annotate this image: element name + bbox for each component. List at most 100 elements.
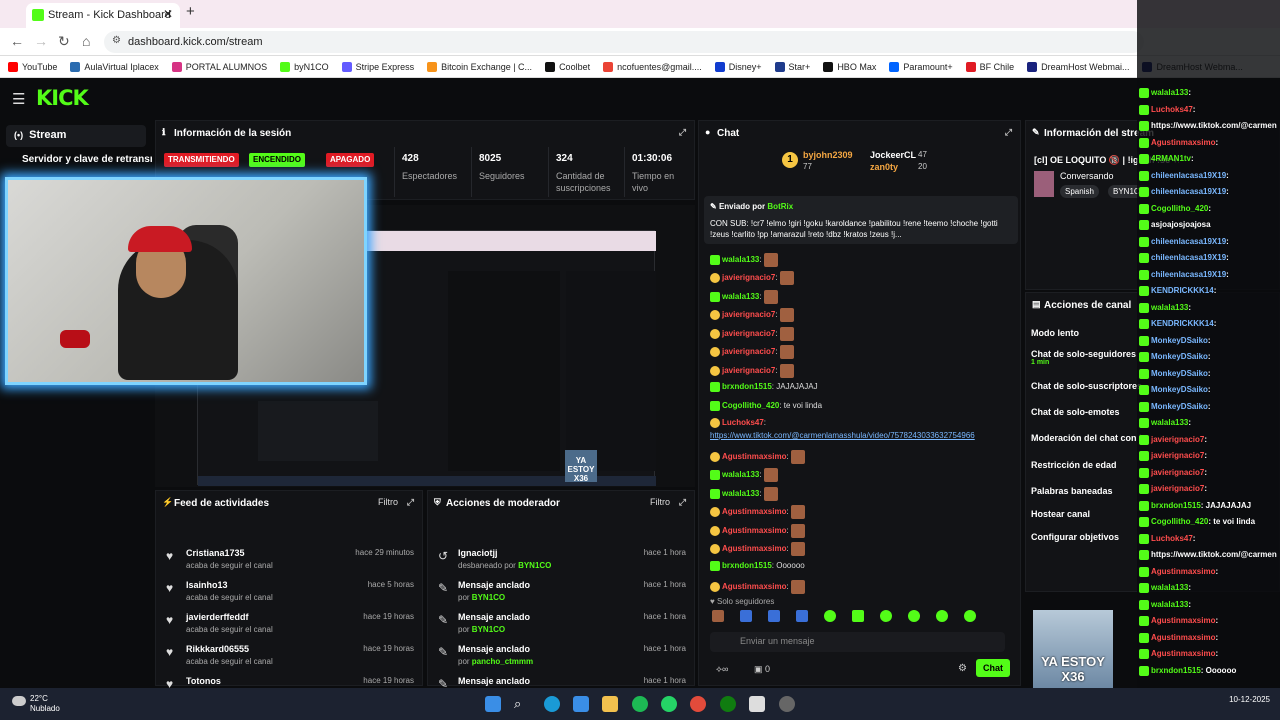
bookmark-item[interactable]: Star+ — [774, 61, 810, 72]
channel-action-item[interactable]: Restricción de edad — [1031, 460, 1143, 470]
channel-action-item[interactable]: Palabras baneadas — [1031, 486, 1143, 496]
chat-username[interactable]: javierignacio7 — [722, 347, 775, 356]
chat-username[interactable]: javierignacio7 — [722, 366, 775, 375]
obs-icon[interactable] — [779, 696, 795, 712]
chrome-icon[interactable] — [690, 696, 706, 712]
app-icon[interactable] — [749, 696, 765, 712]
feed-user[interactable]: Isainho13 — [186, 580, 228, 590]
chat-message[interactable]: https://www.tiktok.com/@carmenlamasshula… — [710, 431, 975, 440]
bookmark-item[interactable]: BF Chile — [965, 61, 1014, 72]
chat-message[interactable]: Agustinmaxsimo: — [710, 580, 805, 594]
chat-username[interactable]: walala133 — [722, 489, 759, 498]
channel-action-item[interactable]: Hostear canal — [1031, 509, 1143, 519]
mod-user[interactable]: pancho_ctmmm — [472, 657, 533, 666]
bookmark-item[interactable]: ncofuentes@gmail.... — [603, 61, 702, 72]
bookmark-item[interactable]: Disney+ — [714, 61, 762, 72]
spotify-icon[interactable] — [632, 696, 648, 712]
bookmark-item[interactable]: YouTube — [8, 61, 57, 72]
forward-icon[interactable]: → — [34, 33, 48, 49]
chat-message[interactable]: javierignacio7: — [710, 364, 794, 378]
chat-username[interactable]: Agustinmaxsimo — [722, 544, 786, 553]
feed-user[interactable]: Cristiana1735 — [186, 548, 245, 558]
whatsapp-icon[interactable] — [661, 696, 677, 712]
chat-message[interactable]: javierignacio7: — [710, 327, 794, 341]
chat-message[interactable]: javierignacio7: — [710, 271, 794, 285]
chat-message[interactable]: Cogollitho_420: te voi linda — [710, 401, 822, 411]
chat-username[interactable]: Agustinmaxsimo — [722, 582, 786, 591]
emote-bar[interactable] — [712, 610, 1012, 624]
chat-message[interactable]: walala133: — [710, 290, 778, 304]
feed-user[interactable]: javierderffeddf — [186, 612, 249, 622]
chat-username[interactable]: javierignacio7 — [722, 310, 775, 319]
feed-user[interactable]: Totonos — [186, 676, 221, 686]
expand-icon[interactable]: ⤢ — [407, 497, 414, 508]
filter-button[interactable]: Filtro — [378, 497, 398, 507]
bookmark-item[interactable]: byN1CO — [280, 61, 329, 72]
search-icon[interactable]: ⌕ — [514, 696, 530, 712]
mod-user[interactable]: BYN1CO — [518, 561, 551, 570]
bookmark-item[interactable]: Coolbet — [545, 61, 590, 72]
store-icon[interactable]: ▣ 0 — [754, 664, 770, 675]
back-icon[interactable]: ← — [10, 33, 24, 49]
bookmark-item[interactable]: AulaVirtual Iplacex — [70, 61, 159, 72]
chat-username[interactable]: brxndon1515 — [722, 382, 772, 391]
chat-message[interactable]: Agustinmaxsimo: — [710, 505, 805, 519]
chat-message[interactable]: Luchoks47: — [710, 418, 766, 428]
chat-message[interactable]: walala133: — [710, 487, 778, 501]
chat-username[interactable]: brxndon1515 — [722, 561, 772, 570]
feed-user[interactable]: Rikkkard06555 — [186, 644, 249, 654]
chat-username[interactable]: Luchoks47 — [722, 418, 764, 427]
site-info-icon[interactable]: ⚙ — [112, 35, 121, 46]
chat-message[interactable]: brxndon1515: Oooooo — [710, 561, 805, 571]
channel-action-item[interactable]: Modo lento — [1031, 328, 1143, 338]
expand-icon[interactable]: ⤢ — [1005, 127, 1012, 138]
chat-username[interactable]: walala133 — [722, 470, 759, 479]
kick-logo[interactable]: KICK — [36, 86, 89, 110]
channel-action-item[interactable]: Chat de solo-suscriptores — [1031, 381, 1143, 391]
pinned-message[interactable]: ✎ Enviado por BotRix CON SUB: !cr7 !elmo… — [704, 196, 1018, 244]
chat-message[interactable]: walala133: — [710, 253, 778, 267]
bookmark-item[interactable]: DreamHost Webmai... — [1027, 61, 1129, 72]
channel-action-item[interactable]: Chat de solo-emotes — [1031, 407, 1143, 417]
chat-message[interactable]: Agustinmaxsimo: — [710, 450, 805, 464]
new-tab-icon[interactable]: + — [186, 3, 195, 20]
chat-message[interactable]: javierignacio7: — [710, 308, 794, 322]
clock[interactable]: 10-12-2025 — [1160, 694, 1270, 705]
send-chat-button[interactable]: Chat — [976, 659, 1010, 677]
bookmark-item[interactable]: Bitcoin Exchange | C... — [427, 61, 532, 72]
chat-message[interactable]: Agustinmaxsimo: — [710, 524, 805, 538]
filter-button[interactable]: Filtro — [650, 497, 670, 507]
chat-username[interactable]: javierignacio7 — [722, 273, 775, 282]
xbox-icon[interactable] — [720, 696, 736, 712]
mod-user[interactable]: BYN1CO — [472, 625, 505, 634]
browser-tab[interactable]: Stream - Kick Dashboard ✕ — [26, 3, 180, 28]
bookmark-item[interactable]: Stripe Express — [341, 61, 414, 72]
home-icon[interactable]: ⌂ — [82, 33, 90, 49]
close-tab-icon[interactable]: ✕ — [163, 7, 173, 21]
chat-message[interactable]: Agustinmaxsimo: — [710, 542, 805, 556]
server-key-link[interactable]: Servidor y clave de retransm — [22, 154, 152, 165]
points-icon[interactable]: ⟡∞ — [716, 664, 728, 675]
edge-icon[interactable] — [544, 696, 560, 712]
mod-user[interactable]: BYN1CO — [472, 593, 505, 602]
channel-action-item[interactable]: Configurar objetivos — [1031, 532, 1143, 542]
chat-username[interactable]: walala133 — [722, 292, 759, 301]
chat-username[interactable]: Cogollitho_420 — [722, 401, 779, 410]
chat-link[interactable]: https://www.tiktok.com/@carmenlamasshula… — [710, 431, 975, 440]
chat-username[interactable]: Agustinmaxsimo — [722, 507, 786, 516]
weather-widget[interactable]: 22°C Nublado — [12, 694, 60, 714]
chat-username[interactable]: Agustinmaxsimo — [722, 526, 786, 535]
bookmark-item[interactable]: PORTAL ALUMNOS — [171, 61, 267, 72]
bookmark-item[interactable]: Paramount+ — [889, 61, 953, 72]
store-app-icon[interactable] — [573, 696, 589, 712]
chat-input[interactable]: Enviar un mensaje — [710, 632, 1005, 652]
chat-message[interactable]: walala133: — [710, 468, 778, 482]
start-icon[interactable] — [485, 696, 501, 712]
explorer-icon[interactable] — [602, 696, 618, 712]
sidebar-item-stream[interactable]: (•) Stream — [6, 125, 146, 147]
chat-username[interactable]: Agustinmaxsimo — [722, 452, 786, 461]
hamburger-menu-icon[interactable]: ☰ — [12, 90, 25, 108]
reload-icon[interactable]: ↻ — [58, 33, 70, 50]
expand-icon[interactable]: ⤢ — [679, 127, 686, 138]
bookmark-item[interactable]: HBO Max — [823, 61, 876, 72]
